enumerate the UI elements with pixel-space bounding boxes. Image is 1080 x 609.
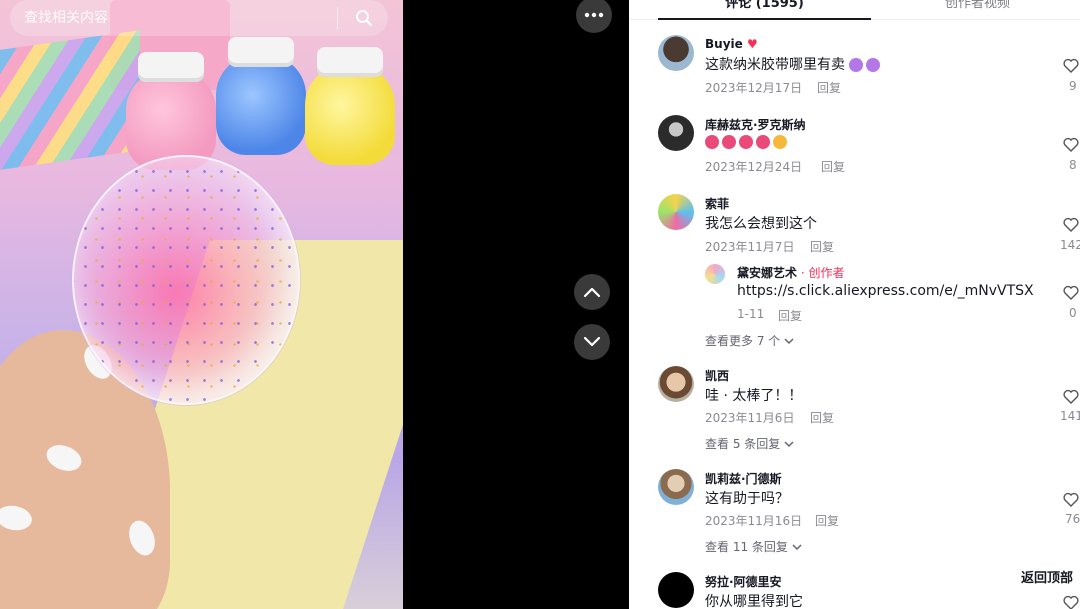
tab-comments[interactable]: 评论 (1595) <box>658 0 871 11</box>
creator-badge: · 创作者 <box>797 266 845 280</box>
heart-outline-icon[interactable] <box>1063 137 1079 152</box>
avatar[interactable] <box>658 194 694 230</box>
back-to-top-button[interactable]: 返回顶部 <box>1014 567 1080 591</box>
comment-username[interactable]: 努拉·阿德里安 <box>705 573 782 590</box>
comment-username[interactable]: 库赫兹克·罗克斯纳 <box>705 116 806 133</box>
comment-text: 这有助于吗？ <box>705 491 789 507</box>
like-count: 0 <box>1069 306 1077 320</box>
reply-button[interactable]: 回复 <box>778 307 802 324</box>
comment-date: 2023年11月7日 <box>705 240 795 254</box>
reply-button[interactable]: 回复 <box>810 238 834 255</box>
search-bar <box>10 0 388 36</box>
comment-text: 这款纳米胶带哪里有卖 <box>705 54 883 74</box>
search-input[interactable] <box>24 10 337 26</box>
video-controls <box>403 0 629 609</box>
comment-text: 你从哪里得到它 <box>705 594 803 609</box>
comments-panel: 评论 (1595) 创作者视频 Buyie ♥ 这款纳米胶带哪里有卖 2023年… <box>629 0 1080 609</box>
comment-text: 我怎么会想到这个 <box>705 216 817 232</box>
view-more-replies-button[interactable]: 查看 11 条回复 <box>705 538 802 555</box>
chevron-down-icon <box>784 338 794 345</box>
comment-date: 2023年11月16日 <box>705 514 803 528</box>
video-slime-ball <box>72 155 300 405</box>
tab-creator-videos[interactable]: 创作者视频 <box>871 0 1080 11</box>
comment-username[interactable]: 凯莉兹·门德斯 <box>705 470 782 487</box>
heart-outline-icon[interactable] <box>1063 492 1079 507</box>
like-count: 142 <box>1060 238 1080 252</box>
video-jar-yellow <box>305 47 395 165</box>
emoji-icon <box>866 58 881 72</box>
tab-active-indicator <box>658 18 871 20</box>
reply-button[interactable]: 回复 <box>810 409 834 426</box>
more-options-button[interactable] <box>576 0 612 33</box>
view-more-replies-button[interactable]: 查看 5 条回复 <box>705 435 794 452</box>
comment-text: 哇 · 太棒了！！ <box>705 388 803 404</box>
reply-date: 1-11 <box>737 307 765 321</box>
comment-username[interactable]: Buyie ♥ <box>705 37 758 51</box>
search-icon <box>356 10 372 26</box>
reply-button[interactable]: 回复 <box>821 158 845 175</box>
emoji-icon <box>722 135 736 149</box>
ellipsis-icon <box>584 12 604 18</box>
video-player[interactable] <box>0 0 403 609</box>
video-bg-pencils <box>0 30 140 170</box>
next-video-button[interactable] <box>574 324 610 360</box>
previous-video-button[interactable] <box>574 274 610 310</box>
comment-username[interactable]: 凯西 <box>705 367 729 384</box>
heart-outline-icon[interactable] <box>1063 595 1079 609</box>
video-jar-blue <box>216 37 306 155</box>
chevron-down-icon <box>792 544 802 551</box>
comment-date: 2023年11月6日 <box>705 411 795 425</box>
avatar[interactable] <box>658 469 694 505</box>
reply-avatar[interactable] <box>705 264 725 284</box>
emoji-icon <box>773 135 787 149</box>
avatar[interactable] <box>658 35 694 71</box>
avatar[interactable] <box>658 572 694 608</box>
emoji-icon <box>739 135 753 149</box>
chevron-down-icon <box>583 336 601 347</box>
like-count: 8 <box>1069 158 1077 172</box>
comment-emojis <box>705 134 790 150</box>
heart-outline-icon[interactable] <box>1063 217 1079 232</box>
emoji-icon <box>705 135 719 149</box>
heart-icon: ♥ <box>746 37 758 51</box>
search-button[interactable] <box>348 2 380 34</box>
reply-button[interactable]: 回复 <box>815 512 839 529</box>
heart-outline-icon[interactable] <box>1063 285 1079 300</box>
tiktok-video-page: 评论 (1595) 创作者视频 Buyie ♥ 这款纳米胶带哪里有卖 2023年… <box>0 0 1080 609</box>
comment-username[interactable]: 索菲 <box>705 195 729 212</box>
comment-date: 2023年12月24日 <box>705 160 803 174</box>
reply-text[interactable]: https://s.click.aliexpress.com/e/_mNvVTS… <box>737 283 1034 299</box>
emoji-icon <box>849 58 864 72</box>
like-count: 9 <box>1069 79 1077 93</box>
reply-button[interactable]: 回复 <box>817 79 841 96</box>
comment-date: 2023年12月17日 <box>705 81 803 95</box>
chevron-down-icon <box>784 441 794 448</box>
emoji-icon <box>756 135 770 149</box>
view-more-replies-button[interactable]: 查看更多 7 个 <box>705 332 794 349</box>
avatar[interactable] <box>658 115 694 151</box>
like-count: 76 <box>1065 512 1080 526</box>
chevron-up-icon <box>583 287 601 298</box>
comment-tabs: 评论 (1595) 创作者视频 <box>629 0 1080 20</box>
avatar[interactable] <box>658 366 694 402</box>
heart-outline-icon[interactable] <box>1063 389 1079 404</box>
reply-username[interactable]: 黛安娜艺术 · 创作者 <box>737 264 844 281</box>
heart-outline-icon[interactable] <box>1063 58 1079 73</box>
search-divider <box>337 7 338 29</box>
like-count: 141 <box>1060 409 1080 423</box>
